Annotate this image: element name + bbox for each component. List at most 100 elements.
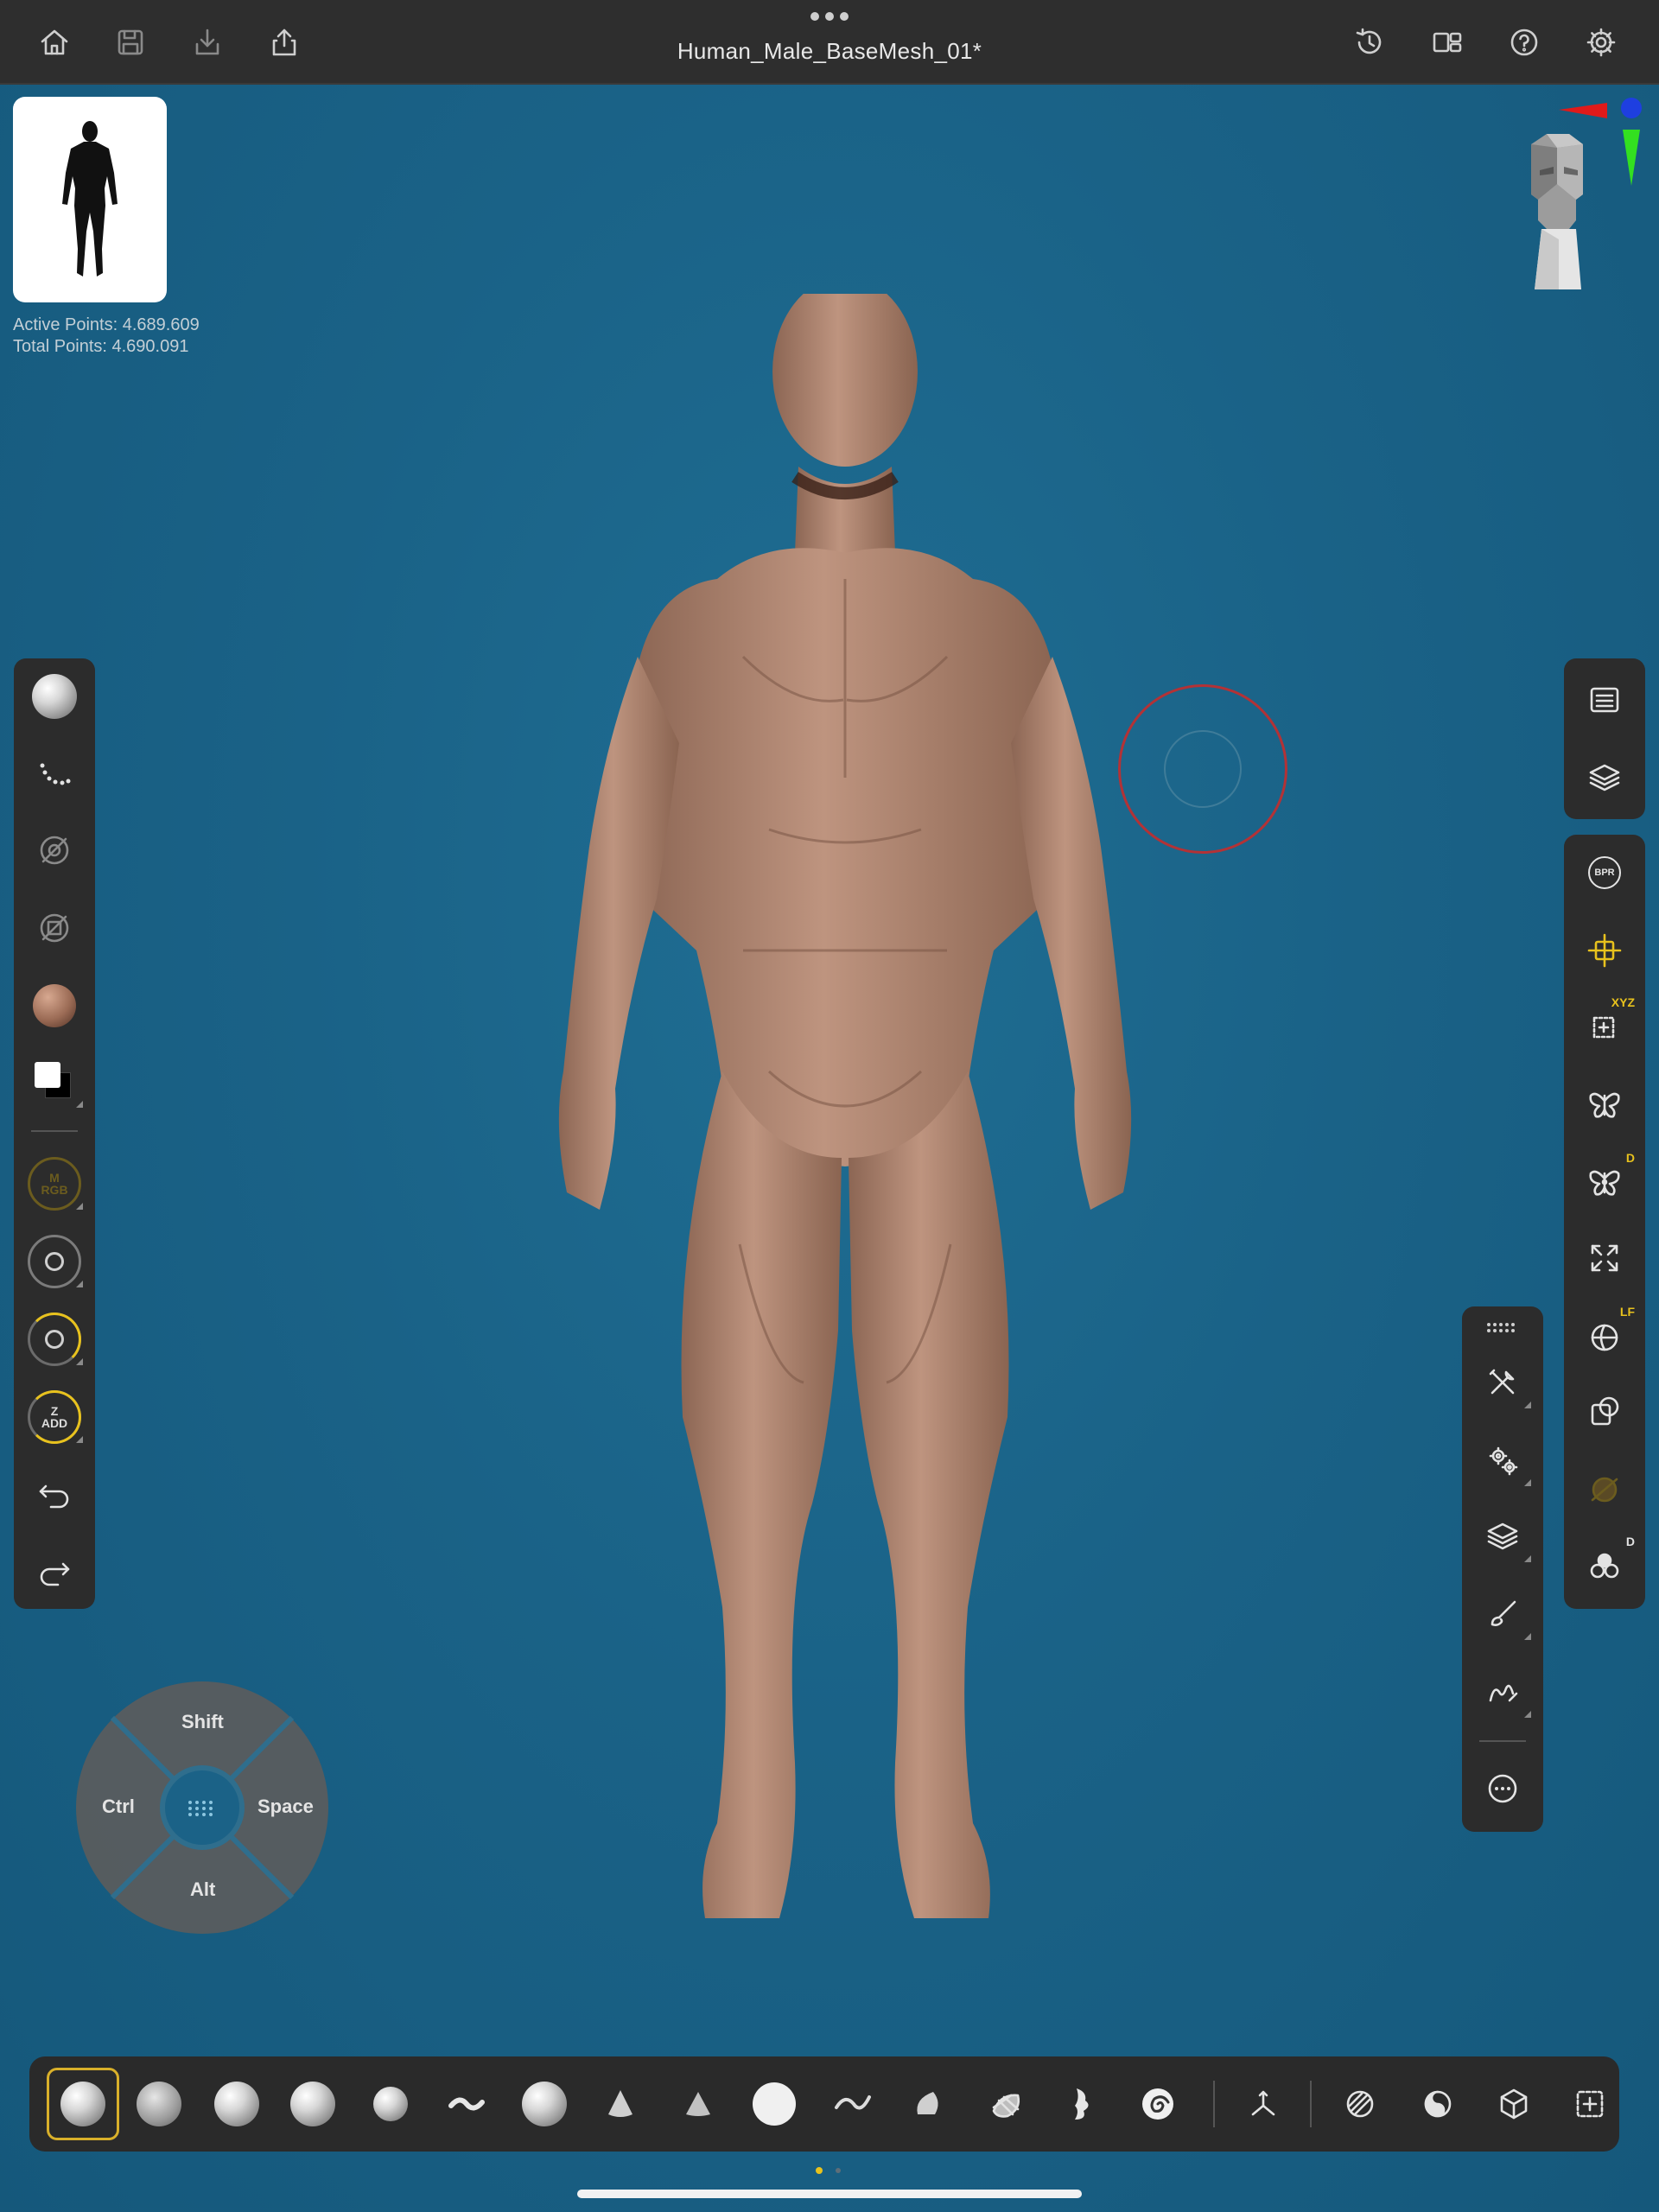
select-button[interactable] [1402, 2068, 1474, 2140]
right-tray-top [1564, 658, 1645, 819]
paintbrush-icon [1491, 1600, 1516, 1626]
human-model[interactable] [510, 294, 1184, 1936]
standard-brush-icon [60, 2082, 105, 2126]
preferences-button[interactable] [1462, 1426, 1543, 1495]
x-axis-arrow [1559, 103, 1607, 118]
mesh-cube-button[interactable] [1478, 2068, 1550, 2140]
more-options-button[interactable] [1462, 1754, 1543, 1823]
spiral-brush-button[interactable] [1122, 2068, 1194, 2140]
symmetry-d-button[interactable]: D [1564, 1147, 1645, 1217]
history-icon[interactable] [1346, 19, 1393, 66]
orientation-gizmo[interactable] [1486, 91, 1650, 298]
standard-brush-button[interactable] [47, 2068, 119, 2140]
color-swatch-icon [35, 1062, 74, 1102]
polyframe-button[interactable]: LF [1564, 1301, 1645, 1370]
clay-buildup-brush-button[interactable] [200, 2068, 273, 2140]
frame-button[interactable] [1564, 1224, 1645, 1293]
menu-panel-button[interactable] [1564, 665, 1645, 734]
draw-size-button[interactable] [14, 1227, 95, 1296]
more-handle-icon[interactable] [810, 12, 849, 24]
layout-icon[interactable] [1424, 19, 1471, 66]
mask-hatch-icon [1346, 2090, 1374, 2118]
bpr-button[interactable]: BPR [1564, 838, 1645, 907]
alpha-off-icon [40, 836, 69, 865]
symmetry-button[interactable] [1564, 1070, 1645, 1139]
undo-icon [39, 1484, 69, 1509]
zadd-button[interactable]: Z ADD [14, 1382, 95, 1452]
curve-brush-button[interactable] [816, 2068, 888, 2140]
layers-button[interactable] [1462, 1502, 1543, 1571]
tool-menu-button[interactable] [1462, 1348, 1543, 1417]
brush-bar [29, 2056, 1619, 2152]
document-title: Human_Male_BaseMesh_01* [677, 38, 982, 64]
intensity-ring [28, 1313, 81, 1366]
gears-icon [1489, 1446, 1518, 1476]
sphere-brush-button[interactable] [738, 2068, 810, 2140]
keypad-toggle-icon[interactable] [181, 1796, 223, 1820]
current-brush-button[interactable] [14, 662, 95, 731]
grip-dots-icon [1487, 1323, 1515, 1332]
zadd-label-bottom: ADD [41, 1416, 68, 1430]
smooth-brush-button[interactable] [508, 2068, 581, 2140]
draw-size-ring [28, 1235, 81, 1288]
material-button[interactable] [14, 971, 95, 1040]
dam-standard-brush-button[interactable] [430, 2068, 503, 2140]
gizmo-head-icon [1531, 134, 1583, 289]
add-frame-icon [1576, 2090, 1604, 2118]
intensity-button[interactable] [14, 1305, 95, 1374]
alpha-off-button[interactable] [14, 816, 95, 885]
ctrl-label: Ctrl [102, 1796, 135, 1817]
y-axis-arrow [1623, 130, 1640, 186]
solo-button[interactable]: D [1564, 1531, 1645, 1600]
add-subtool-button[interactable] [1554, 2068, 1626, 2140]
mesh-brush-button[interactable] [969, 2068, 1042, 2140]
tray-drag-handle[interactable] [1462, 1306, 1543, 1350]
panel-list-icon [1590, 687, 1619, 713]
dots-stroke-icon [40, 763, 71, 785]
model-thumbnail[interactable] [13, 97, 167, 302]
subtool-layers-button[interactable] [1564, 743, 1645, 812]
total-points: Total Points: 4.690.091 [13, 337, 189, 356]
gyro-button[interactable] [1564, 916, 1645, 985]
local-symmetry-button[interactable]: XYZ [1564, 992, 1645, 1061]
mrgb-button[interactable]: M RGB [14, 1149, 95, 1218]
help-icon[interactable] [1501, 19, 1548, 66]
white-sphere-icon [753, 2082, 796, 2126]
inflate-brush-button[interactable] [354, 2068, 427, 2140]
scribble-icon [1489, 1684, 1518, 1702]
shift-label: Shift [181, 1711, 224, 1732]
mrgb-label-bottom: RGB [41, 1183, 68, 1197]
stroke-style-button[interactable] [1462, 1657, 1543, 1726]
yin-yang-icon [1424, 2090, 1452, 2118]
human-silhouette-icon [62, 121, 118, 276]
transparency-button[interactable] [1564, 1377, 1645, 1446]
cone-flat-brush-icon [686, 2092, 710, 2116]
d-tag: D [1625, 1151, 1635, 1165]
gizmo-tool-button[interactable] [1227, 2068, 1300, 2140]
matcap-toggle-button[interactable] [1564, 1455, 1645, 1524]
home-indicator[interactable] [577, 2190, 1082, 2198]
wave-brush-icon [448, 2097, 485, 2111]
insert-mesh-brush-button[interactable] [1046, 2068, 1118, 2140]
floating-tray [1462, 1306, 1543, 1832]
clay-brush-button[interactable] [123, 2068, 195, 2140]
color-swatch-button[interactable] [14, 1047, 95, 1116]
trim-brush-button[interactable] [892, 2068, 964, 2140]
xyz-frame-icon [1592, 1016, 1615, 1039]
clay-buildup-icon [214, 2082, 259, 2126]
xyz-tag: XYZ [1611, 995, 1635, 1009]
flatten-brush-button[interactable] [662, 2068, 734, 2140]
redo-button[interactable] [14, 1536, 95, 1605]
texture-off-button[interactable] [14, 893, 95, 963]
pinch-brush-button[interactable] [584, 2068, 657, 2140]
stroke-button[interactable] [14, 740, 95, 809]
expand-icon [1591, 1244, 1618, 1272]
undo-button[interactable] [14, 1459, 95, 1528]
trim-shape-icon [917, 2092, 938, 2114]
inflate-brush-icon [373, 2087, 408, 2121]
settings-icon[interactable] [1578, 19, 1624, 66]
paint-brush-button[interactable] [1462, 1580, 1543, 1649]
gizmo-axes-icon [1251, 2090, 1275, 2116]
mask-button[interactable] [1324, 2068, 1396, 2140]
move-brush-button[interactable] [276, 2068, 349, 2140]
